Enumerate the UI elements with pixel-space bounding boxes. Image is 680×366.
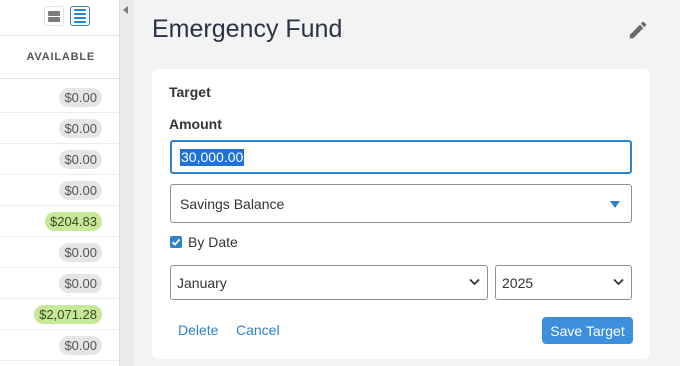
available-header-label: AVAILABLE (26, 51, 95, 63)
available-row: $0.00 (0, 268, 119, 299)
delete-button[interactable]: Delete (178, 322, 218, 338)
target-type-select[interactable]: Savings Balance (170, 184, 632, 223)
target-type-value: Savings Balance (180, 195, 285, 212)
available-amount-pill[interactable]: $0.00 (59, 149, 102, 169)
available-amount-pill[interactable]: $0.00 (59, 273, 102, 293)
target-card: Target Amount 30,000.00 Savings Balance … (152, 69, 650, 359)
by-date-toggle[interactable]: By Date (170, 234, 238, 250)
month-select[interactable]: January (170, 265, 488, 300)
available-row: $204.83 (0, 206, 119, 237)
category-title: Emergency Fund (152, 15, 343, 43)
available-row: $0.00 (0, 144, 119, 175)
chevron-down-icon (469, 278, 480, 286)
available-column-header[interactable]: AVAILABLE (0, 35, 119, 79)
target-section-label: Target (169, 84, 211, 100)
pane-splitter[interactable] (119, 0, 133, 366)
by-date-label: By Date (188, 234, 238, 250)
year-value: 2025 (502, 274, 534, 291)
available-row: $0.00 (0, 237, 119, 268)
pencil-icon[interactable] (627, 19, 649, 41)
available-row: $0.00 (0, 330, 119, 361)
available-amount-pill[interactable]: $0.00 (59, 118, 102, 138)
available-row: $2,071.28 (0, 299, 119, 330)
amount-input[interactable]: 30,000.00 (170, 140, 632, 174)
available-row: $0.00 (0, 175, 119, 206)
available-amount-pill[interactable]: $0.00 (59, 335, 102, 355)
available-amount-pill[interactable]: $0.00 (59, 180, 102, 200)
by-date-checkbox[interactable] (170, 236, 182, 248)
year-select[interactable]: 2025 (495, 265, 632, 300)
list-view-icon[interactable] (70, 6, 90, 26)
chevron-down-icon (613, 278, 624, 286)
available-rows: $0.00 $0.00 $0.00 $0.00 $204.83 $0.00 $0… (0, 82, 119, 361)
category-inspector: Emergency Fund Target Amount 30,000.00 S… (133, 0, 680, 366)
available-amount-pill[interactable]: $204.83 (45, 211, 102, 231)
available-row: $0.00 (0, 82, 119, 113)
month-value: January (177, 274, 227, 291)
available-amount-pill[interactable]: $0.00 (59, 87, 102, 107)
available-row: $0.00 (0, 113, 119, 144)
available-amount-pill[interactable]: $2,071.28 (34, 304, 102, 324)
amount-value: 30,000.00 (180, 148, 245, 166)
available-amount-pill[interactable]: $0.00 (59, 242, 102, 262)
compact-view-icon[interactable] (44, 6, 64, 26)
save-target-button[interactable]: Save Target (542, 317, 633, 344)
amount-label: Amount (169, 116, 222, 132)
dropdown-triangle-icon (610, 201, 620, 208)
cancel-button[interactable]: Cancel (236, 322, 280, 338)
budget-available-column: AVAILABLE $0.00 $0.00 $0.00 $0.00 $204.8… (0, 0, 119, 366)
check-icon (171, 238, 181, 246)
collapse-caret-icon[interactable] (123, 6, 128, 14)
